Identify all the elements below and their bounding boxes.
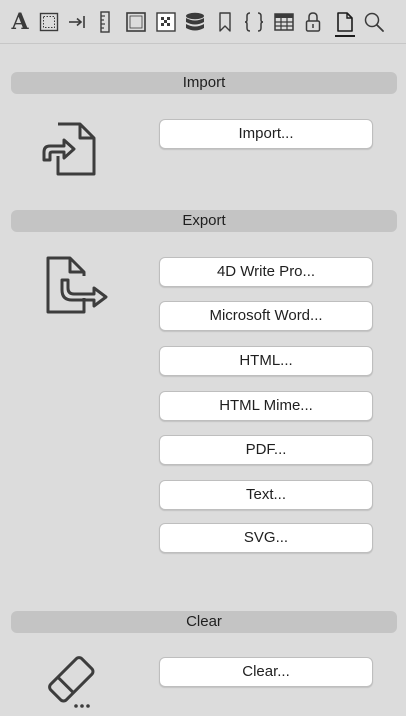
export-microsoft-word-button[interactable]: Microsoft Word...: [159, 301, 373, 331]
box-icon[interactable]: [124, 8, 148, 36]
export-html-button[interactable]: HTML...: [159, 346, 373, 376]
document-export-icon: [44, 254, 114, 318]
text-format-icon[interactable]: A: [9, 8, 31, 36]
database-icon[interactable]: [183, 8, 207, 36]
braces-icon[interactable]: [242, 8, 266, 36]
export-4d-write-pro-button[interactable]: 4D Write Pro...: [159, 257, 373, 287]
search-icon[interactable]: [362, 8, 386, 36]
text-format-glyph: A: [11, 9, 29, 35]
export-pdf-button[interactable]: PDF...: [159, 435, 373, 465]
border-frame-icon[interactable]: [37, 8, 61, 36]
export-section-header: Export: [11, 210, 397, 232]
export-svg-button[interactable]: SVG...: [159, 523, 373, 553]
ruler-icon[interactable]: [96, 8, 114, 36]
toolbar: A: [0, 0, 406, 44]
import-section-header: Import: [11, 72, 397, 94]
lock-icon[interactable]: [303, 8, 323, 36]
import-button[interactable]: Import...: [159, 119, 373, 149]
tab-stop-icon[interactable]: [66, 8, 88, 36]
document-import-icon: [38, 116, 102, 180]
eraser-icon: [40, 650, 106, 712]
document-icon[interactable]: [333, 8, 357, 37]
bookmark-icon[interactable]: [216, 8, 234, 36]
export-text-button[interactable]: Text...: [159, 480, 373, 510]
table-icon[interactable]: [272, 8, 296, 36]
clear-section-header: Clear: [11, 611, 397, 633]
background-pattern-icon[interactable]: [154, 8, 178, 36]
clear-button[interactable]: Clear...: [159, 657, 373, 687]
export-html-mime-button[interactable]: HTML Mime...: [159, 391, 373, 421]
